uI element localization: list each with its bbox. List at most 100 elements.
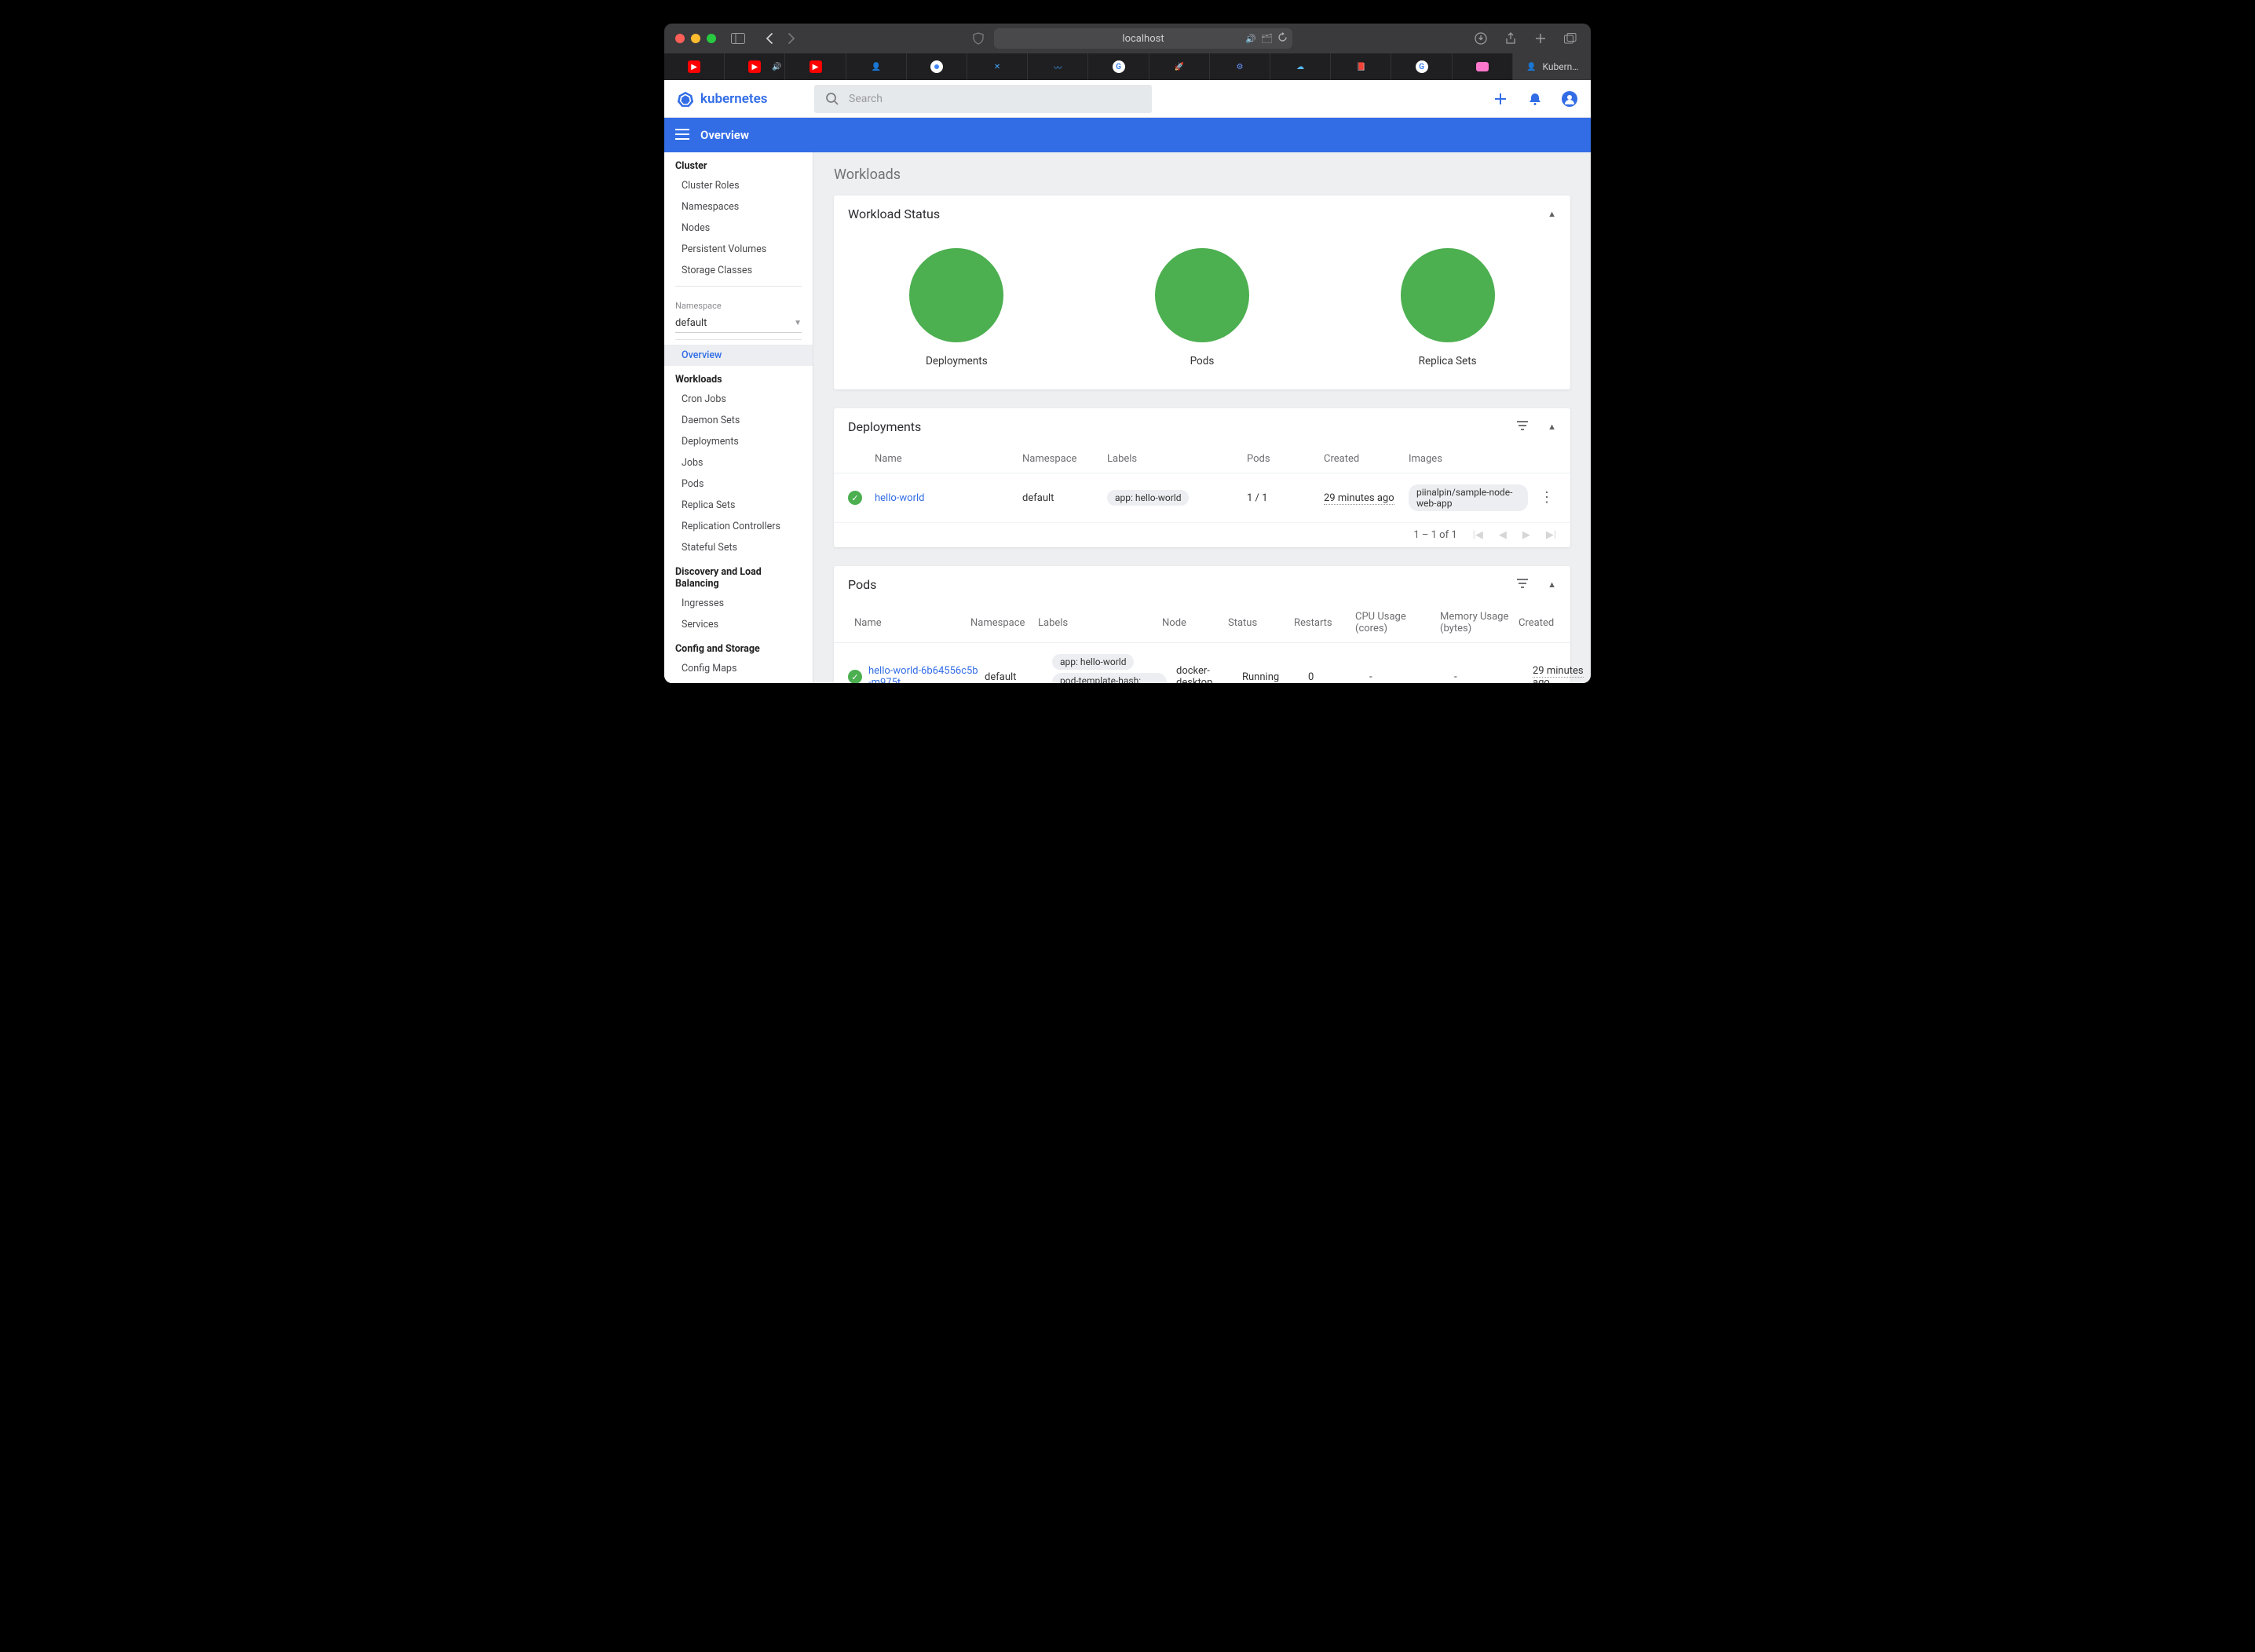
search-box[interactable] [814, 85, 1152, 113]
chevron-down-icon: ▼ [794, 319, 802, 327]
sidebar-item-replication-controllers[interactable]: Replication Controllers [664, 516, 813, 537]
back-button[interactable] [760, 29, 779, 48]
sidebar-heading-cfg: Config and Storage [664, 635, 813, 658]
sidebar-heading-cluster: Cluster [664, 152, 813, 175]
sidebar-item-daemon-sets[interactable]: Daemon Sets [664, 410, 813, 431]
collapse-icon[interactable]: ▲ [1548, 209, 1556, 219]
restarts-cell: 0 [1308, 671, 1363, 683]
account-icon[interactable] [1561, 90, 1578, 108]
pager-text: 1 – 1 of 1 [1413, 529, 1456, 541]
sidebar-item-overview[interactable]: Overview [664, 345, 813, 366]
close-window-button[interactable] [675, 34, 685, 43]
browser-tab-active[interactable]: 👤Kubern… [1513, 53, 1591, 80]
browser-tab[interactable]: ▶ [664, 53, 725, 80]
pager-next-icon[interactable]: ▶ [1522, 529, 1530, 541]
sidebar-item-cron-jobs[interactable]: Cron Jobs [664, 389, 813, 410]
reader-icon[interactable]: 🗂 [1261, 33, 1273, 44]
speaker-icon: 🔊 [772, 63, 781, 71]
search-icon [825, 92, 839, 106]
sidebar-item-namespaces[interactable]: Namespaces [664, 196, 813, 217]
table-header: Name Namespace Labels Node Status Restar… [834, 603, 1570, 643]
address-bar[interactable]: localhost 🔊 🗂 [994, 28, 1292, 49]
donut-pods: Pods [1155, 248, 1249, 367]
create-button[interactable] [1492, 90, 1509, 108]
browser-tab[interactable]: 🚀 [1149, 53, 1210, 80]
filter-icon[interactable] [1516, 577, 1529, 592]
filter-icon[interactable] [1516, 419, 1529, 434]
sidebar-item-services[interactable]: Services [664, 614, 813, 635]
mem-cell: - [1454, 671, 1526, 683]
url-text: localhost [1122, 33, 1164, 45]
pager-first-icon[interactable]: |◀ [1473, 529, 1483, 541]
sidebar-toggle-icon[interactable] [729, 29, 747, 48]
reload-button[interactable] [1277, 32, 1288, 46]
workload-status-card: Workload Status ▲ Deployments Pods Repli… [834, 196, 1570, 389]
sidebar-heading-dlb: Discovery and Load Balancing [664, 558, 813, 593]
audio-indicator-icon[interactable]: 🔊 [1245, 34, 1256, 44]
notifications-icon[interactable] [1526, 90, 1544, 108]
browser-tab[interactable]: ✕ [967, 53, 1028, 80]
browser-tab[interactable]: 〰 [1028, 53, 1088, 80]
namespace-cell: default [985, 671, 1046, 683]
sidebar-item-ingresses[interactable]: Ingresses [664, 593, 813, 614]
browser-tab[interactable]: G [1391, 53, 1452, 80]
sidebar-item-cluster-roles[interactable]: Cluster Roles [664, 175, 813, 196]
namespace-selected: default [675, 317, 707, 329]
kubernetes-logo[interactable]: kubernetes [677, 90, 814, 108]
collapse-icon[interactable]: ▲ [1548, 422, 1556, 432]
sidebar-item-jobs[interactable]: Jobs [664, 452, 813, 473]
labels-cell: app: hello-world [1107, 488, 1241, 507]
minimize-window-button[interactable] [691, 34, 700, 43]
browser-tab[interactable] [907, 53, 967, 80]
new-tab-button[interactable] [1531, 29, 1550, 48]
deployments-card: Deployments ▲ Name Namespace Labels Pods… [834, 408, 1570, 547]
table-row: ✓ hello-world default app: hello-world 1… [834, 473, 1570, 523]
browser-tab[interactable] [1453, 53, 1513, 80]
search-input[interactable] [849, 93, 1141, 105]
sidebar-item-replica-sets[interactable]: Replica Sets [664, 495, 813, 516]
row-menu-button[interactable]: ⋮ [1537, 491, 1556, 505]
sidebar-item-pods[interactable]: Pods [664, 473, 813, 495]
window-controls [675, 34, 716, 43]
sidebar-item-persistent-volumes[interactable]: Persistent Volumes [664, 239, 813, 260]
status-cell: Running [1242, 671, 1302, 683]
breadcrumb-title: Overview [700, 128, 749, 142]
maximize-window-button[interactable] [707, 34, 716, 43]
sidebar-item-pvc[interactable]: Persistent Volume Claims [664, 679, 813, 683]
sidebar-item-stateful-sets[interactable]: Stateful Sets [664, 537, 813, 558]
tabs-overview-icon[interactable] [1561, 29, 1580, 48]
created-cell: 29 minutes ago [1533, 665, 1591, 683]
card-title: Pods [848, 577, 876, 592]
sidebar-item-config-maps[interactable]: Config Maps [664, 658, 813, 679]
sidebar: Cluster Cluster Roles Namespaces Nodes P… [664, 152, 813, 683]
pager-prev-icon[interactable]: ◀ [1499, 529, 1507, 541]
pods-cell: 1 / 1 [1247, 492, 1318, 504]
sidebar-item-nodes[interactable]: Nodes [664, 217, 813, 239]
table-row: ✓ hello-world-6b64556c5b-m975t default a… [834, 643, 1570, 683]
privacy-shield-icon[interactable] [969, 29, 988, 48]
forward-button[interactable] [782, 29, 801, 48]
browser-tab[interactable]: 👤 [846, 53, 907, 80]
browser-tab[interactable]: ▶ [785, 53, 846, 80]
browser-tab[interactable]: G [1088, 53, 1149, 80]
collapse-icon[interactable]: ▲ [1548, 579, 1556, 590]
hamburger-icon[interactable] [675, 128, 689, 143]
browser-tab[interactable]: ▶🔊 [725, 53, 785, 80]
namespace-cell: default [1022, 492, 1101, 504]
browser-tab-strip: ▶ ▶🔊 ▶ 👤 ✕ 〰 G 🚀 ⚙ ☁ 📕 G 👤Kubern… [664, 53, 1591, 80]
sidebar-item-storage-classes[interactable]: Storage Classes [664, 260, 813, 281]
app-bar: kubernetes [664, 80, 1591, 118]
share-icon[interactable] [1501, 29, 1520, 48]
browser-tab[interactable]: ⚙ [1210, 53, 1270, 80]
browser-tab[interactable]: ☁ [1270, 53, 1331, 80]
downloads-icon[interactable] [1471, 29, 1490, 48]
pager-last-icon[interactable]: ▶| [1546, 529, 1556, 541]
namespace-select[interactable]: default ▼ [675, 314, 802, 333]
deployment-name-link[interactable]: hello-world [875, 492, 1016, 504]
pod-name-link[interactable]: hello-world-6b64556c5b-m975t [868, 665, 978, 683]
brand-text: kubernetes [700, 91, 768, 107]
page-title: Workloads [834, 166, 1570, 183]
card-title: Workload Status [848, 206, 940, 221]
sidebar-item-deployments[interactable]: Deployments [664, 431, 813, 452]
browser-tab[interactable]: 📕 [1331, 53, 1391, 80]
